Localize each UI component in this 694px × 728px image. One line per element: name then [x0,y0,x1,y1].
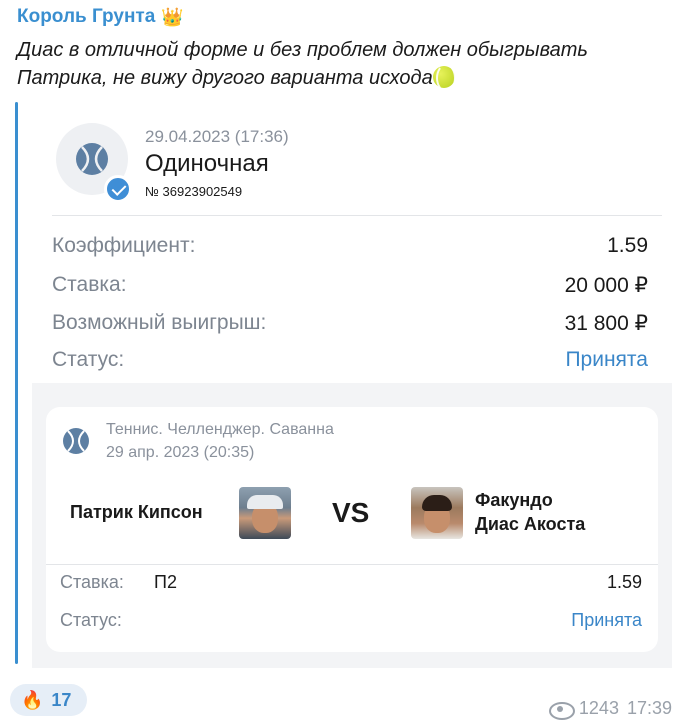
bet-date: 29.04.2023 (17:36) [145,127,289,146]
reaction-count: 17 [51,689,72,710]
potential-win-value: 31 800 ₽ [564,312,648,335]
message-time: 17:39 [626,698,672,718]
event-date: 29 апр. 2023 (20:35) [106,444,255,461]
vs-label: VS [332,497,370,528]
player-home: Патрик Кипсон [70,502,203,522]
tennis-ball-icon [76,143,108,175]
message-body: Диас в отличной форме и без проблем долж… [17,39,588,89]
stake-value: 20 000 ₽ [564,274,648,297]
event-title: Теннис. Челленджер. Саванна [106,421,334,438]
view-count: 1243 [578,698,619,718]
quote-bar [15,102,18,664]
odds-value: 1.59 [607,234,648,257]
message-meta: 1243 17:39 [548,698,672,720]
divider [52,215,662,216]
status-label: Статус: [52,348,125,371]
channel-author[interactable]: Король Грунта 👑 [17,6,184,28]
reaction-button[interactable]: 🔥 17 [10,684,87,716]
player-away-photo [411,487,463,539]
event-status: Принята [571,610,642,630]
potential-win-label: Возможный выигрыш: [52,311,267,334]
bet-number: № 36923902549 [145,184,243,199]
tennis-ball-icon [63,428,89,454]
eye-icon [548,701,575,720]
stake-label: Ставка: [52,273,127,296]
crown-icon: 👑 [161,7,184,27]
divider [46,564,658,565]
author-name[interactable]: Король Грунта [17,6,155,28]
event-odds: 1.59 [606,572,642,592]
tennis-ball-icon [432,64,456,92]
verified-check-icon [104,175,132,203]
odds-label: Коэффициент: [52,234,196,257]
event-status-label: Статус: [60,610,122,630]
fire-icon: 🔥 [21,690,44,710]
player-home-photo [239,487,291,539]
player-away: Факундо Диас Акоста [475,488,585,536]
player-away-last-name: Диас Акоста [475,514,586,534]
player-away-first-name: Факундо [475,490,553,510]
event-pick: П2 [154,572,177,592]
status-value: Принята [565,348,648,371]
bet-type: Одиночная [145,150,269,177]
message-text: Диас в отличной форме и без проблем долж… [17,36,657,92]
event-stake-label: Ставка: [60,572,124,592]
